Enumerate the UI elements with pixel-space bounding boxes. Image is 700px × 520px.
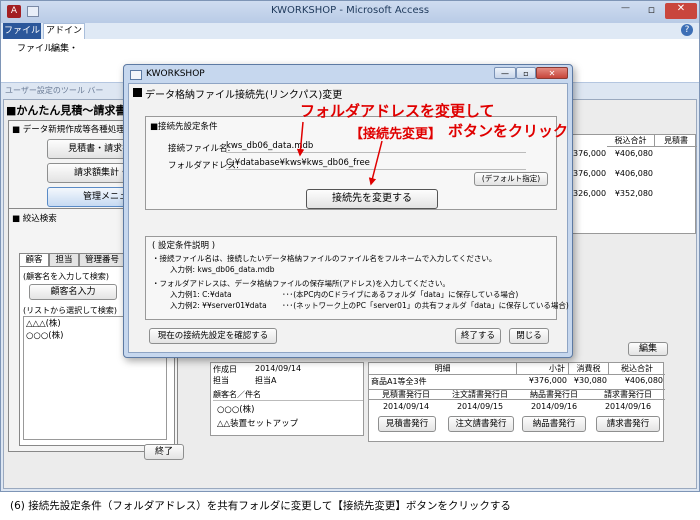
arrow-to-change-button — [368, 140, 383, 186]
arrow-to-folder-field — [296, 121, 305, 157]
caption: (6) 接続先設定条件（フォルダアドレス）を共有フォルダに変更して【接続先変更】… — [10, 500, 511, 512]
annotation-arrows — [296, 121, 383, 186]
